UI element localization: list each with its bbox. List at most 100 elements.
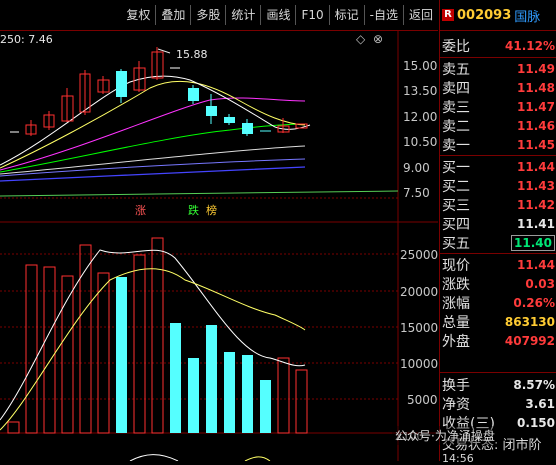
volume-tick: 15000 bbox=[400, 321, 438, 335]
remove-watchlist-button[interactable]: -自选 bbox=[363, 5, 403, 25]
statistics-button[interactable]: 统计 bbox=[225, 5, 260, 25]
quote-panel: R 002093 国脉 委比 41.12% 卖五 11.49 卖四 11.48 … bbox=[439, 0, 556, 465]
volume-bar bbox=[43, 266, 56, 434]
earnings: 0.150 bbox=[517, 415, 555, 430]
ma10-line bbox=[0, 80, 306, 169]
total-volume: 863130 bbox=[504, 314, 555, 329]
volume-tick: 20000 bbox=[400, 285, 438, 299]
price-tick: 13.50 bbox=[403, 84, 437, 98]
volume-bar bbox=[224, 352, 235, 433]
ask-row[interactable]: 卖四 11.48 bbox=[442, 78, 555, 97]
f10-button[interactable]: F10 bbox=[295, 5, 328, 25]
ask-label: 卖四 bbox=[442, 80, 470, 97]
price-tick: 10.50 bbox=[403, 135, 437, 149]
bid-label: 买一 bbox=[442, 159, 470, 176]
outer-volume: 407992 bbox=[504, 333, 555, 348]
ma120-line bbox=[0, 166, 306, 182]
stat-label: 换手 bbox=[442, 377, 470, 394]
ask-price: 11.46 bbox=[517, 118, 555, 133]
ma30-line bbox=[0, 123, 306, 173]
volume-bar bbox=[295, 369, 308, 434]
bid-price: 11.43 bbox=[517, 178, 555, 193]
stat-label: 涨跌 bbox=[442, 276, 470, 293]
stat-label: 涨幅 bbox=[442, 295, 470, 312]
overlay-button[interactable]: 叠加 bbox=[155, 5, 190, 25]
bid-row[interactable]: 买四 11.41 bbox=[442, 214, 555, 233]
ask-label: 卖五 bbox=[442, 61, 470, 78]
stat-row: 总量 863130 bbox=[442, 312, 555, 331]
weibi-value: 41.12% bbox=[505, 38, 555, 53]
price-tick: 9.00 bbox=[403, 161, 430, 175]
bid-row[interactable]: 买五 11.40 bbox=[442, 233, 555, 252]
ask-label: 卖二 bbox=[442, 118, 470, 135]
ma60-line bbox=[0, 145, 306, 175]
bid-row[interactable]: 买二 11.43 bbox=[442, 176, 555, 195]
volume-bars bbox=[7, 237, 308, 434]
tag-bang[interactable]: 榜 bbox=[206, 203, 217, 217]
price-tick: 12.00 bbox=[403, 110, 437, 124]
ma5-line bbox=[0, 75, 311, 166]
diamond-icon[interactable]: ◇ bbox=[356, 33, 368, 45]
stat-label: 外盘 bbox=[442, 333, 470, 350]
fuquan-button[interactable]: 复权 bbox=[121, 5, 155, 25]
volume-bar bbox=[277, 357, 290, 434]
divider bbox=[440, 372, 556, 373]
time-label: 14:56 bbox=[442, 452, 474, 465]
ask-price: 11.48 bbox=[517, 80, 555, 95]
bid-price: 11.44 bbox=[517, 159, 555, 174]
back-button[interactable]: 返回 bbox=[402, 5, 438, 25]
multi-stock-button[interactable]: 多股 bbox=[190, 5, 225, 25]
ma250-line bbox=[0, 190, 399, 197]
bid-label: 买四 bbox=[442, 216, 470, 233]
volume-bar bbox=[7, 421, 20, 434]
volume-bar bbox=[97, 272, 110, 434]
mark-button[interactable]: 标记 bbox=[328, 5, 364, 25]
kline-chart[interactable]: 15.00 13.50 12.00 10.50 9.00 7.50 25000 … bbox=[0, 30, 438, 461]
quote-header: R 002093 国脉 bbox=[440, 0, 556, 31]
ask-price: 11.49 bbox=[517, 61, 555, 76]
change-percent: 0.26% bbox=[513, 295, 555, 310]
change-value: 0.03 bbox=[525, 276, 555, 291]
bid-price: 11.40 bbox=[511, 234, 555, 251]
ask-row[interactable]: 卖一 11.45 bbox=[442, 135, 555, 154]
stat-label: 净资 bbox=[442, 396, 470, 413]
weibi-label: 委比 bbox=[442, 38, 470, 55]
current-price: 11.44 bbox=[517, 257, 555, 272]
close-icon[interactable]: ⊗ bbox=[373, 33, 385, 45]
stat-row: 现价 11.44 bbox=[442, 255, 555, 274]
indicator-curve-2 bbox=[244, 456, 271, 461]
ask-label: 卖一 bbox=[442, 137, 470, 154]
watermark: 公众号·为净涌操盘 bbox=[392, 426, 498, 445]
chart-toolbar: 复权 叠加 多股 统计 画线 F10 标记 -自选 返回 bbox=[0, 0, 438, 31]
stock-code[interactable]: 002093 bbox=[457, 8, 511, 23]
stock-name[interactable]: 国脉 bbox=[514, 6, 540, 25]
market-badge: R bbox=[442, 9, 454, 21]
volume-bar bbox=[133, 254, 146, 434]
bid-label: 买二 bbox=[442, 178, 470, 195]
stat-label: 现价 bbox=[442, 257, 470, 274]
ask-price: 11.47 bbox=[517, 99, 555, 114]
stat-row: 换手 8.57% bbox=[442, 375, 555, 394]
volume-tick: 5000 bbox=[407, 393, 438, 407]
ask-row[interactable]: 卖二 11.46 bbox=[442, 116, 555, 135]
bid-row[interactable]: 买一 11.44 bbox=[442, 157, 555, 176]
volume-bar bbox=[206, 325, 217, 433]
volume-bar bbox=[151, 237, 164, 434]
volume-bar bbox=[79, 244, 92, 434]
stat-row: 外盘 407992 bbox=[442, 331, 555, 350]
draw-line-button[interactable]: 画线 bbox=[260, 5, 295, 25]
price-tick: 7.50 bbox=[403, 186, 430, 200]
volume-bar bbox=[188, 358, 199, 433]
volume-bar bbox=[170, 323, 181, 433]
stat-label: 总量 bbox=[442, 314, 470, 331]
bid-price: 11.41 bbox=[517, 216, 555, 231]
ask-row[interactable]: 卖五 11.49 bbox=[442, 59, 555, 78]
ask-row[interactable]: 卖三 11.47 bbox=[442, 97, 555, 116]
indicator-curve bbox=[129, 454, 179, 461]
tag-die[interactable]: 跌 bbox=[188, 203, 199, 217]
tag-zhang[interactable]: 涨 bbox=[135, 204, 146, 217]
bid-row[interactable]: 买三 11.42 bbox=[442, 195, 555, 214]
ma250-label: 250: 7.46 bbox=[0, 33, 53, 46]
volume-bar bbox=[242, 355, 253, 433]
bid-price: 11.42 bbox=[517, 197, 555, 212]
